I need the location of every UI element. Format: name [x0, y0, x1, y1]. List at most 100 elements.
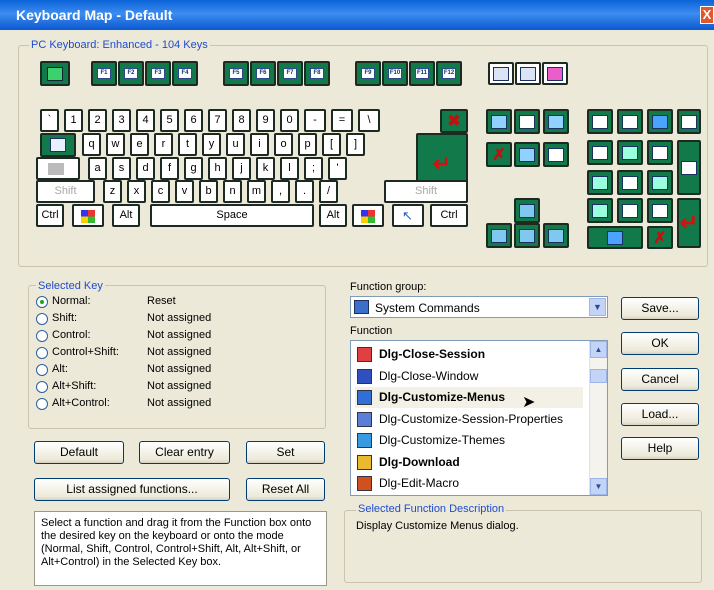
- numpad-enter-key[interactable]: ↵: [677, 198, 701, 248]
- key[interactable]: 4: [136, 109, 155, 132]
- numpad-key-12[interactable]: [617, 198, 643, 223]
- function-key-f4[interactable]: F4: [172, 61, 198, 86]
- numpad-key-5[interactable]: [587, 140, 613, 165]
- function-list[interactable]: Dlg-Close-Session Dlg-Close-Window Dlg-Cus…: [350, 340, 608, 496]
- key[interactable]: f: [160, 157, 179, 180]
- numpad-key-2[interactable]: [617, 109, 643, 134]
- chevron-down-icon[interactable]: ▼: [589, 298, 606, 316]
- function-key-f9[interactable]: F9: [355, 61, 381, 86]
- nav-key-5[interactable]: [514, 142, 540, 167]
- key[interactable]: x: [127, 180, 146, 203]
- key[interactable]: z: [103, 180, 122, 203]
- caps-lock-key[interactable]: [36, 157, 80, 180]
- key[interactable]: j: [232, 157, 251, 180]
- key[interactable]: 7: [208, 109, 227, 132]
- function-key-f8[interactable]: F8: [304, 61, 330, 86]
- scrollbar[interactable]: ▲ ▼: [589, 341, 607, 495]
- backspace-key[interactable]: ✖: [440, 109, 468, 133]
- function-key-f7[interactable]: F7: [277, 61, 303, 86]
- numpad-key-8[interactable]: [587, 170, 613, 195]
- numpad-zero-key[interactable]: [587, 226, 643, 249]
- key[interactable]: [: [322, 133, 341, 156]
- default-button[interactable]: Default: [34, 441, 124, 464]
- cancel-button[interactable]: Cancel: [621, 368, 699, 391]
- key[interactable]: e: [130, 133, 149, 156]
- function-key-f6[interactable]: F6: [250, 61, 276, 86]
- key[interactable]: r: [154, 133, 173, 156]
- right-shift-key[interactable]: Shift: [384, 180, 468, 203]
- key[interactable]: b: [199, 180, 218, 203]
- clear-entry-button[interactable]: Clear entry: [139, 441, 230, 464]
- mode-radio[interactable]: [36, 398, 48, 410]
- function-key-f12[interactable]: F12: [436, 61, 462, 86]
- arrow-key-1[interactable]: [486, 223, 512, 248]
- numpad-key-3[interactable]: [647, 109, 673, 134]
- left-alt-key[interactable]: Alt: [112, 204, 140, 227]
- key[interactable]: n: [223, 180, 242, 203]
- set-button[interactable]: Set: [246, 441, 325, 464]
- numpad-key-11[interactable]: [587, 198, 613, 223]
- key[interactable]: 2: [88, 109, 107, 132]
- scroll-thumb[interactable]: [590, 369, 607, 383]
- mode-radio[interactable]: [36, 313, 48, 325]
- key[interactable]: i: [250, 133, 269, 156]
- reset-all-button[interactable]: Reset All: [246, 478, 325, 501]
- key[interactable]: =: [331, 109, 353, 132]
- left-windows-key[interactable]: [72, 204, 104, 227]
- key[interactable]: ': [328, 157, 347, 180]
- scroll-down-button[interactable]: ▼: [590, 478, 607, 495]
- right-windows-key[interactable]: [352, 204, 384, 227]
- function-key-f2[interactable]: F2: [118, 61, 144, 86]
- numpad-key-10[interactable]: [647, 170, 673, 195]
- key[interactable]: q: [82, 133, 101, 156]
- list-item[interactable]: Dlg-Download: [355, 452, 583, 473]
- key[interactable]: h: [208, 157, 227, 180]
- numpad-key-7[interactable]: [647, 140, 673, 165]
- ok-button[interactable]: OK: [621, 332, 699, 355]
- list-item[interactable]: Dlg-Customize-Themes: [355, 430, 583, 451]
- numpad-key-6[interactable]: [617, 140, 643, 165]
- list-item[interactable]: Dlg-Edit-Macro: [355, 473, 583, 494]
- load-button[interactable]: Load...: [621, 403, 699, 426]
- numpad-key-9[interactable]: [617, 170, 643, 195]
- list-item[interactable]: Dlg-Close-Session: [355, 344, 583, 365]
- nav-key-3[interactable]: [543, 109, 569, 134]
- key[interactable]: \: [358, 109, 380, 132]
- up-arrow-key[interactable]: [514, 198, 540, 223]
- mode-radio[interactable]: [36, 347, 48, 359]
- key[interactable]: 9: [256, 109, 275, 132]
- function-key-f1[interactable]: F1: [91, 61, 117, 86]
- key[interactable]: -: [304, 109, 326, 132]
- numpad-dot-key[interactable]: ✗: [647, 226, 673, 249]
- key[interactable]: w: [106, 133, 125, 156]
- scroll-lock-key[interactable]: [515, 62, 541, 85]
- arrow-key-3[interactable]: [543, 223, 569, 248]
- right-alt-key[interactable]: Alt: [319, 204, 347, 227]
- right-ctrl-key[interactable]: Ctrl: [430, 204, 468, 227]
- eraser-key[interactable]: [542, 62, 568, 85]
- esc-key[interactable]: [40, 61, 70, 86]
- key[interactable]: s: [112, 157, 131, 180]
- key[interactable]: m: [247, 180, 266, 203]
- key[interactable]: u: [226, 133, 245, 156]
- function-key-f5[interactable]: F5: [223, 61, 249, 86]
- nav-key-4[interactable]: ✗: [486, 142, 512, 167]
- numpad-key-13[interactable]: [647, 198, 673, 223]
- key[interactable]: 1: [64, 109, 83, 132]
- key[interactable]: 6: [184, 109, 203, 132]
- list-assigned-functions-button[interactable]: List assigned functions...: [34, 478, 230, 501]
- key[interactable]: 8: [232, 109, 251, 132]
- mode-radio[interactable]: [36, 330, 48, 342]
- key[interactable]: ,: [271, 180, 290, 203]
- key[interactable]: 3: [112, 109, 131, 132]
- save-button[interactable]: Save...: [621, 297, 699, 320]
- function-group-select[interactable]: System Commands ▼: [350, 296, 608, 318]
- numpad-plus-key[interactable]: [677, 140, 701, 195]
- menu-key[interactable]: ↖: [392, 204, 424, 227]
- key[interactable]: k: [256, 157, 275, 180]
- scroll-up-button[interactable]: ▲: [590, 341, 607, 358]
- list-item[interactable]: Dlg-Close-Window: [355, 366, 583, 387]
- space-key[interactable]: Space: [150, 204, 314, 227]
- key[interactable]: o: [274, 133, 293, 156]
- key[interactable]: /: [319, 180, 338, 203]
